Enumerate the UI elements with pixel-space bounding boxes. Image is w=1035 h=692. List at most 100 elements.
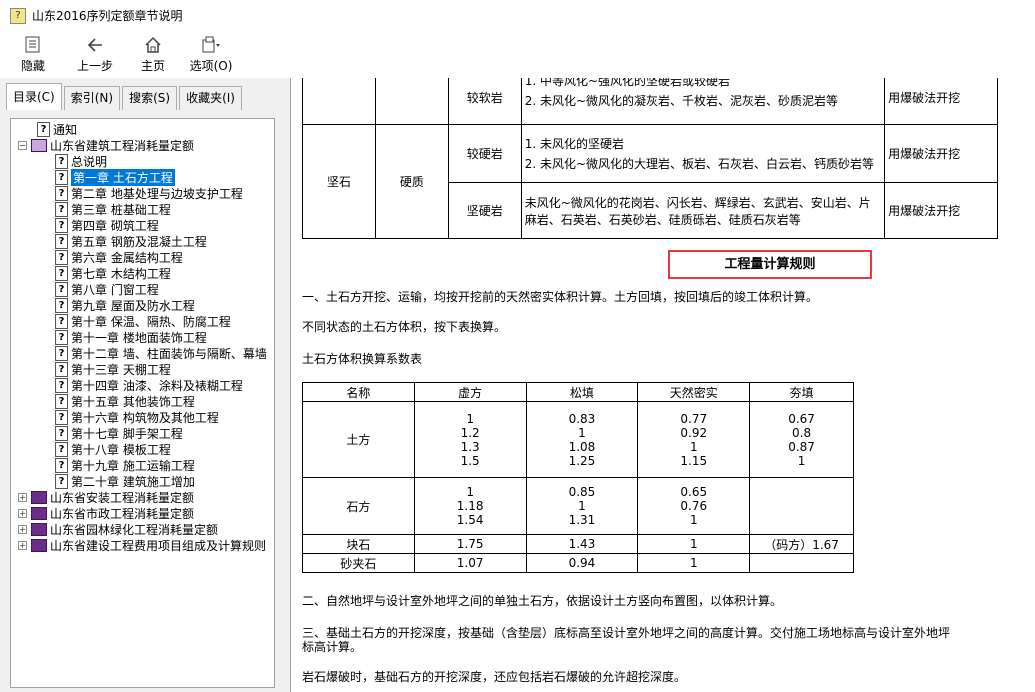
tree-item-chapter[interactable]: ? 总说明 [55, 153, 107, 169]
tree-item-chapter[interactable]: ? 第十二章 墙、柱面装饰与隔断、幕墙 [55, 345, 267, 361]
tree-item-label: 通知 [53, 122, 78, 137]
collapse-icon[interactable]: − [18, 140, 27, 150]
hide-button[interactable]: 隐藏 [4, 31, 62, 75]
tree-item-book[interactable]: + 山东省建设工程费用项目组成及计算规则 [18, 537, 266, 553]
window-title: 山东2016序列定额章节说明 [32, 9, 183, 23]
cell-value: 0.83 [568, 411, 596, 426]
tree-item-chapter[interactable]: ? 第十九章 施工运输工程 [55, 457, 195, 473]
tree-item-book[interactable]: + 山东省园林绿化工程消耗量定额 [18, 521, 218, 537]
section-heading: 工程量计算规则 [668, 250, 872, 279]
tree-item-chapter[interactable]: ? 第十一章 楼地面装饰工程 [55, 329, 207, 345]
table-cell [374, 78, 449, 125]
help-page-icon: ? [55, 185, 68, 201]
tab-search[interactable]: 搜索(S) [122, 86, 178, 110]
table-cell: 0.65 0.76 1 [637, 477, 751, 535]
tree-item-chapter[interactable]: ? 第十四章 油漆、涂料及裱糊工程 [55, 377, 243, 393]
tree-item-book[interactable]: + 山东省市政工程消耗量定额 [18, 505, 194, 521]
home-label: 主页 [140, 59, 165, 73]
tree-item-chapter[interactable]: ? 第十六章 构筑物及其他工程 [55, 409, 219, 425]
expand-icon[interactable]: + [18, 540, 27, 550]
home-icon [143, 35, 163, 55]
back-button[interactable]: 上一步 [66, 31, 124, 75]
table-cell [302, 78, 376, 125]
rock-desc-line: 2. 未风化~微风化的凝灰岩、千枚岩、泥灰岩、砂质泥岩等 [524, 94, 839, 108]
tree-item-chapter[interactable]: ? 第二章 地基处理与边坡支护工程 [55, 185, 243, 201]
open-book-icon [31, 138, 47, 152]
table-cell: 0.77 0.92 1 1.15 [637, 401, 751, 478]
table-cell: 1 1.18 1.54 [413, 477, 527, 535]
tree-item-book[interactable]: + 山东省安装工程消耗量定额 [18, 489, 194, 505]
cell-value: 1.3 [460, 439, 480, 454]
tree-item-root[interactable]: − 山东省建筑工程消耗量定额 [18, 137, 194, 153]
help-page-icon: ? [55, 457, 68, 473]
tree-item-chapter[interactable]: ? 第五章 钢筋及混凝土工程 [55, 233, 207, 249]
expand-icon[interactable]: + [18, 492, 27, 502]
cell-value: 1 [578, 425, 586, 440]
cell-value: 1.5 [460, 453, 480, 468]
tree-item-chapter[interactable]: ? 第六章 金属结构工程 [55, 249, 183, 265]
cell-value: 1 [466, 485, 474, 499]
cell-value: 1 [689, 439, 698, 454]
tree-item-chapter[interactable]: ? 第十八章 模板工程 [55, 441, 171, 457]
tree-item-label: 第八章 门窗工程 [71, 282, 159, 297]
rock-category: 坚石 [302, 124, 376, 239]
tree-item-chapter[interactable]: ? 第七章 木结构工程 [55, 265, 171, 281]
column-header: 夯填 [749, 382, 854, 402]
tree-item-label: 第十章 保温、隔热、防腐工程 [71, 314, 231, 329]
tree-item-label: 第七章 木结构工程 [71, 266, 171, 281]
tree-item-label: 第六章 金属结构工程 [71, 250, 183, 265]
hide-icon [23, 35, 43, 55]
options-button[interactable]: 选项(O) [182, 31, 240, 75]
cell-value: 1.25 [568, 453, 596, 468]
tree-item-chapter[interactable]: ? 第三章 桩基础工程 [55, 201, 171, 217]
tree-item-label: 第五章 钢筋及混凝土工程 [71, 234, 207, 249]
help-page-icon: ? [55, 313, 68, 329]
rock-desc-line: 2. 未风化~微风化的大理岩、板岩、石灰岩、白云岩、钙质砂岩等 [524, 157, 875, 171]
expand-icon[interactable]: + [18, 524, 27, 534]
tree-item-chapter[interactable]: ? 第九章 屋面及防水工程 [55, 297, 195, 313]
tree-item-label: 山东省安装工程消耗量定额 [50, 490, 195, 505]
help-page-icon: ? [55, 409, 68, 425]
expand-icon[interactable]: + [18, 508, 27, 518]
table-cell [749, 477, 854, 535]
tree-item-chapter[interactable]: ? 第四章 砌筑工程 [55, 217, 159, 233]
help-page-icon: ? [55, 345, 68, 361]
row-name: 块石 [302, 534, 415, 554]
tree-item-chapter[interactable]: ? 第八章 门窗工程 [55, 281, 159, 297]
home-button[interactable]: 主页 [124, 31, 182, 75]
tree-item-chapter[interactable]: ? 第十三章 天棚工程 [55, 361, 171, 377]
cell-value [749, 553, 854, 573]
column-header: 名称 [302, 382, 415, 402]
tree-item-chapter[interactable]: ? 第二十章 建筑施工增加 [55, 473, 195, 489]
contents-tree[interactable]: ? 通知 − 山东省建筑工程消耗量定额 ? 总说明 ? 第一章 土石方工程 ? 第二章… [10, 118, 275, 688]
cell-value: 0.65 [680, 485, 708, 499]
row-name: 土方 [302, 401, 415, 478]
toolbar: 隐藏 上一步 主页 选项(O) [0, 31, 1035, 78]
pane-splitter[interactable] [280, 78, 290, 692]
help-page-icon: ? [55, 265, 68, 281]
cell-value: 1 [689, 513, 698, 527]
tab-contents[interactable]: 目录(C) [6, 83, 62, 110]
tree-item-label: 第十一章 楼地面装饰工程 [71, 330, 207, 345]
tree-item-notice[interactable]: ? 通知 [37, 121, 77, 137]
tab-favorites[interactable]: 收藏夹(I) [179, 86, 242, 110]
cell-value: 0.85 [568, 485, 596, 499]
paragraph: 标高计算。 [302, 640, 363, 654]
help-page-icon: ? [37, 121, 50, 137]
tab-index[interactable]: 索引(N) [63, 86, 121, 110]
cell-value: 1.18 [456, 499, 484, 513]
column-header: 天然密实 [637, 382, 751, 402]
cell-value: （码方）1.67 [749, 534, 854, 554]
row-name: 砂夹石 [302, 553, 415, 573]
tree-item-chapter[interactable]: ? 第十七章 脚手架工程 [55, 425, 183, 441]
cell-value: 1.07 [413, 553, 527, 573]
book-icon [31, 490, 47, 504]
cell-value: 1.15 [680, 453, 708, 468]
rock-description: 1. 中等风化~强风化的坚硬岩或较硬岩 2. 未风化~微风化的凝灰岩、千枚岩、泥… [520, 78, 886, 125]
tree-item-label: 山东省建筑工程消耗量定额 [50, 138, 195, 153]
cell-value: 1 [797, 453, 806, 468]
paragraph: 三、基础土石方的开挖深度，按基础（含垫层）底标高至设计室外地坪之间的高度计算。交… [302, 626, 951, 640]
tree-item-chapter-selected[interactable]: ? 第一章 土石方工程 [55, 168, 175, 186]
tree-item-chapter[interactable]: ? 第十五章 其他装饰工程 [55, 393, 195, 409]
tree-item-chapter[interactable]: ? 第十章 保温、隔热、防腐工程 [55, 313, 231, 329]
